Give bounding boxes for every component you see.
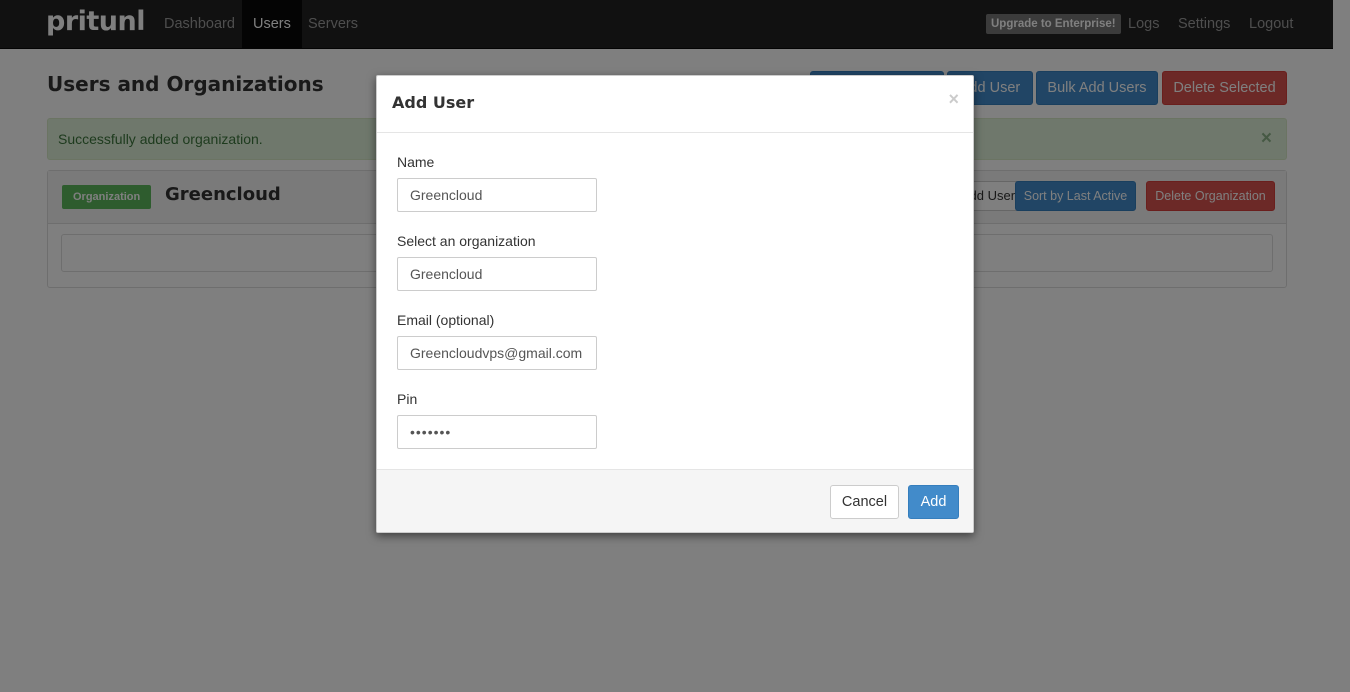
cancel-button[interactable]: Cancel bbox=[830, 485, 899, 519]
modal-header: Add User × bbox=[377, 76, 973, 133]
organization-select-label: Select an organization bbox=[397, 233, 536, 249]
organization-select[interactable]: Greencloud bbox=[397, 257, 597, 291]
modal-footer: Cancel Add bbox=[377, 469, 973, 532]
add-button[interactable]: Add bbox=[908, 485, 959, 519]
close-icon[interactable]: × bbox=[948, 89, 959, 110]
email-input[interactable]: Greencloudvps@gmail.com bbox=[397, 336, 597, 370]
pin-label: Pin bbox=[397, 391, 418, 407]
name-input[interactable]: Greencloud bbox=[397, 178, 597, 212]
modal-title: Add User bbox=[392, 93, 475, 112]
name-label: Name bbox=[397, 154, 435, 170]
pin-input[interactable]: ••••••• bbox=[397, 415, 597, 449]
email-label: Email (optional) bbox=[397, 312, 495, 328]
add-user-modal: Add User × Name Greencloud Select an org… bbox=[376, 75, 974, 533]
